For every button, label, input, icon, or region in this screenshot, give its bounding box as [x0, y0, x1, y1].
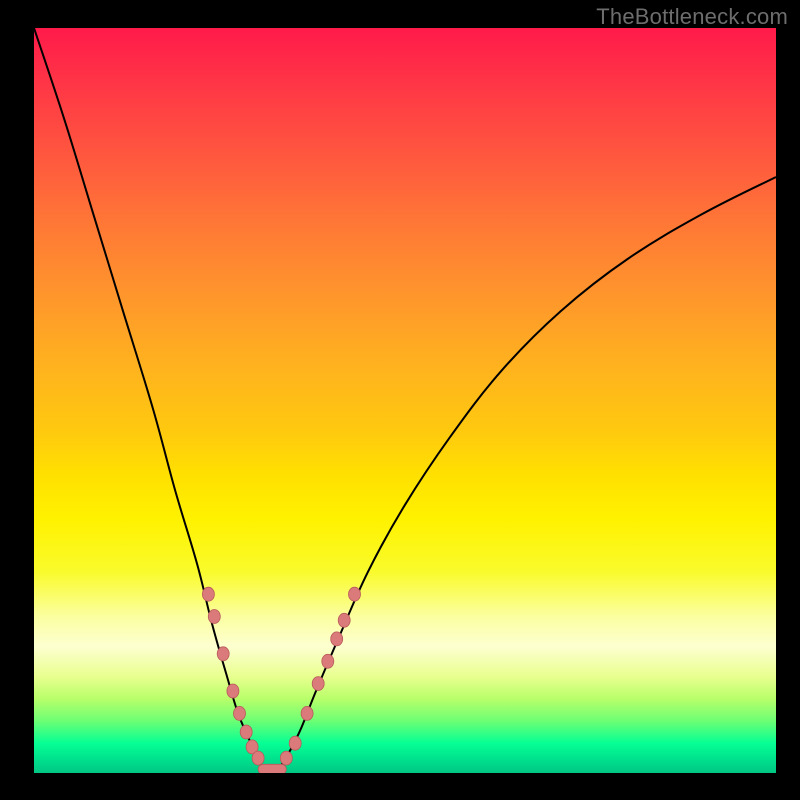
data-marker	[301, 706, 313, 720]
data-marker	[202, 587, 214, 601]
data-marker	[338, 613, 350, 627]
right-arm-curve	[279, 177, 776, 769]
data-marker	[349, 587, 361, 601]
data-marker	[331, 632, 343, 646]
curve-layer	[34, 28, 776, 773]
data-marker	[208, 610, 220, 624]
watermark-text: TheBottleneck.com	[596, 4, 788, 30]
minimum-segment	[258, 764, 286, 773]
data-marker	[252, 751, 264, 765]
data-marker	[240, 725, 252, 739]
data-marker	[234, 706, 246, 720]
data-marker	[289, 736, 301, 750]
left-arm-dots	[202, 587, 264, 765]
plot-area	[34, 28, 776, 773]
data-marker	[217, 647, 229, 661]
data-marker	[227, 684, 239, 698]
chart-frame: TheBottleneck.com	[0, 0, 800, 800]
data-marker	[280, 751, 292, 765]
left-arm-curve	[34, 28, 264, 769]
data-marker	[312, 677, 324, 691]
data-marker	[322, 654, 334, 668]
